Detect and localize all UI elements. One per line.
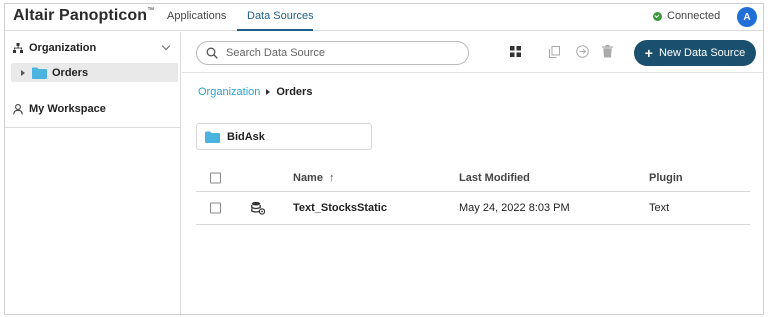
sidebar-item-label: Orders bbox=[52, 66, 89, 79]
row-last-modified: May 24, 2022 8:03 PM bbox=[459, 202, 570, 214]
connection-status-label: Connected bbox=[667, 10, 721, 22]
column-header-plugin[interactable]: Plugin bbox=[649, 172, 683, 184]
text-plugin-icon bbox=[251, 201, 265, 215]
main-content: + New Data Source Organization Orders Bi… bbox=[182, 32, 763, 314]
tab-data-sources[interactable]: Data Sources bbox=[247, 10, 314, 22]
search-box[interactable] bbox=[196, 41, 469, 65]
grid-view-icon[interactable] bbox=[510, 46, 521, 57]
table-header: Name ↑ Last Modified Plugin bbox=[196, 164, 750, 192]
row-plugin: Text bbox=[649, 202, 670, 214]
check-circle-icon bbox=[653, 11, 662, 21]
row-checkbox[interactable] bbox=[210, 202, 221, 214]
row-name[interactable]: Text_StocksStatic bbox=[293, 202, 387, 214]
sidebar-my-workspace[interactable]: My Workspace bbox=[13, 101, 106, 117]
breadcrumb-separator-icon bbox=[266, 89, 271, 95]
sidebar-organization-label: Organization bbox=[29, 42, 97, 54]
active-tab-indicator bbox=[237, 29, 313, 31]
connection-status: Connected bbox=[653, 10, 720, 22]
search-input[interactable] bbox=[226, 47, 456, 59]
sort-ascending-icon[interactable]: ↑ bbox=[329, 172, 335, 184]
select-all-checkbox[interactable] bbox=[210, 172, 221, 183]
plus-icon: + bbox=[644, 45, 653, 61]
folder-icon bbox=[205, 131, 220, 143]
user-icon bbox=[13, 103, 23, 115]
move-icon[interactable] bbox=[576, 45, 589, 58]
app-window: Altair Panopticon™ Applications Data Sou… bbox=[4, 3, 764, 315]
trash-icon[interactable] bbox=[602, 45, 613, 58]
top-bar: Altair Panopticon™ Applications Data Sou… bbox=[5, 4, 763, 31]
sidebar-workspace-label: My Workspace bbox=[29, 103, 106, 115]
sidebar-item-orders[interactable]: Orders bbox=[11, 63, 178, 82]
new-data-source-label: New Data Source bbox=[658, 47, 746, 59]
copy-icon[interactable] bbox=[549, 46, 560, 58]
column-header-name[interactable]: Name ↑ bbox=[293, 172, 334, 184]
app-logo: Altair Panopticon™ bbox=[13, 7, 155, 24]
breadcrumb-organization[interactable]: Organization bbox=[198, 86, 260, 98]
caret-right-icon[interactable] bbox=[21, 69, 25, 76]
sidebar: Organization Orders My Workspace bbox=[5, 32, 181, 314]
table-row[interactable]: Text_StocksStatic May 24, 2022 8:03 PM T… bbox=[196, 192, 750, 225]
new-data-source-button[interactable]: + New Data Source bbox=[634, 40, 756, 66]
folder-name: BidAsk bbox=[227, 130, 265, 143]
folder-card-bidask[interactable]: BidAsk bbox=[196, 123, 372, 150]
toolbar: + New Data Source bbox=[182, 32, 763, 73]
tab-applications[interactable]: Applications bbox=[167, 10, 226, 22]
column-header-last-modified[interactable]: Last Modified bbox=[459, 172, 530, 184]
data-source-table: Name ↑ Last Modified Plugin Text_StocksSt… bbox=[196, 164, 750, 225]
search-icon bbox=[206, 47, 218, 59]
sidebar-divider bbox=[5, 127, 180, 128]
folder-icon bbox=[32, 67, 47, 79]
user-avatar[interactable]: A bbox=[737, 7, 757, 27]
breadcrumb: Organization Orders bbox=[198, 86, 312, 98]
sidebar-organization-header[interactable]: Organization bbox=[13, 40, 173, 56]
hierarchy-icon bbox=[13, 43, 23, 53]
breadcrumb-current: Orders bbox=[276, 86, 313, 98]
